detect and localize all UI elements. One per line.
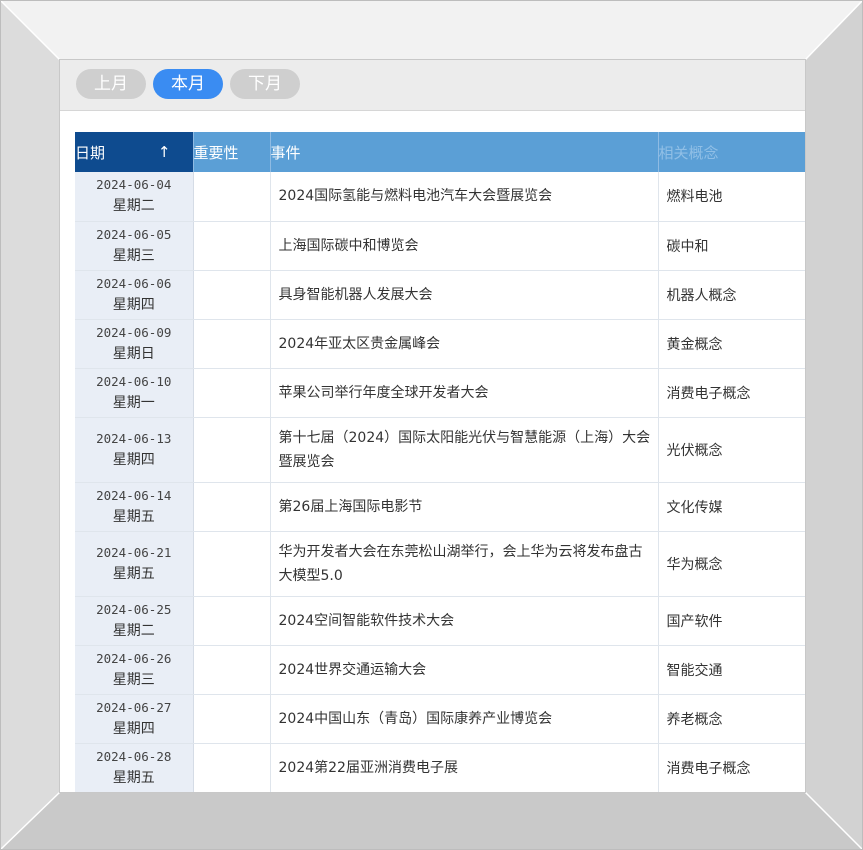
calendar-panel: 上月 本月 下月 日期 ↑ 重要性 事件 相关概念 2024-06-04 星期二 2… bbox=[60, 60, 805, 792]
row-date: 2024-06-28 bbox=[96, 748, 172, 764]
table-row[interactable]: 2024-06-10 星期一 苹果公司举行年度全球开发者大会 消费电子概念 bbox=[75, 368, 805, 418]
header-importance[interactable]: 重要性 bbox=[193, 132, 271, 172]
date-cell: 2024-06-05 星期三 bbox=[75, 221, 194, 271]
prev-month-button[interactable]: 上月 bbox=[76, 69, 146, 99]
table-row[interactable]: 2024-06-28 星期五 2024第22届亚洲消费电子展 消费电子概念 bbox=[75, 743, 805, 792]
row-weekday: 星期日 bbox=[112, 345, 155, 362]
header-date[interactable]: 日期 ↑ bbox=[75, 132, 194, 172]
current-month-button[interactable]: 本月 bbox=[153, 69, 223, 99]
row-concept[interactable]: 养老概念 bbox=[658, 694, 805, 744]
row-concept[interactable]: 文化传媒 bbox=[658, 482, 805, 532]
row-concept[interactable]: 华为概念 bbox=[658, 531, 805, 597]
date-cell: 2024-06-25 星期二 bbox=[75, 596, 194, 646]
header-date-label: 日期 bbox=[75, 143, 106, 162]
row-weekday: 星期二 bbox=[112, 198, 155, 215]
row-date: 2024-06-25 bbox=[96, 601, 172, 617]
sort-ascending-icon: ↑ bbox=[157, 143, 171, 161]
importance-cell bbox=[193, 743, 271, 792]
table-body: 2024-06-04 星期二 2024国际氢能与燃料电池汽车大会暨展览会 燃料电池 20… bbox=[75, 172, 805, 792]
row-event: 2024空间智能软件技术大会 bbox=[270, 596, 659, 646]
row-weekday: 星期五 bbox=[112, 565, 155, 582]
table-row[interactable]: 2024-06-26 星期三 2024世界交通运输大会 智能交通 bbox=[75, 645, 805, 695]
table-header: 日期 ↑ 重要性 事件 相关概念 bbox=[75, 132, 805, 172]
header-event[interactable]: 事件 bbox=[270, 132, 659, 172]
row-event: 2024中国山东（青岛）国际康养产业博览会 bbox=[270, 694, 659, 744]
row-concept[interactable]: 碳中和 bbox=[658, 221, 805, 271]
row-event: 上海国际碳中和博览会 bbox=[270, 221, 659, 271]
importance-cell bbox=[193, 645, 271, 695]
row-weekday: 星期五 bbox=[112, 508, 155, 525]
row-date: 2024-06-27 bbox=[96, 699, 172, 715]
importance-cell bbox=[193, 417, 271, 483]
row-weekday: 星期四 bbox=[112, 720, 155, 737]
importance-cell bbox=[193, 172, 271, 222]
events-table-wrapper: 日期 ↑ 重要性 事件 相关概念 2024-06-04 星期二 2024国际氢能与燃… bbox=[75, 132, 805, 792]
date-cell: 2024-06-27 星期四 bbox=[75, 694, 194, 744]
table-row[interactable]: 2024-06-13 星期四 第十七届（2024）国际太阳能光伏与智慧能源（上海）大… bbox=[75, 417, 805, 483]
row-date: 2024-06-10 bbox=[96, 373, 172, 389]
date-cell: 2024-06-21 星期五 bbox=[75, 531, 194, 597]
table-row[interactable]: 2024-06-09 星期日 2024年亚太区贵金属峰会 黄金概念 bbox=[75, 319, 805, 369]
importance-cell bbox=[193, 482, 271, 532]
row-concept[interactable]: 智能交通 bbox=[658, 645, 805, 695]
date-cell: 2024-06-06 星期四 bbox=[75, 270, 194, 320]
table-row[interactable]: 2024-06-27 星期四 2024中国山东（青岛）国际康养产业博览会 养老概念 bbox=[75, 694, 805, 744]
importance-cell bbox=[193, 694, 271, 744]
importance-cell bbox=[193, 368, 271, 418]
row-date: 2024-06-04 bbox=[96, 177, 172, 193]
table-row[interactable]: 2024-06-06 星期四 具身智能机器人发展大会 机器人概念 bbox=[75, 270, 805, 320]
row-weekday: 星期一 bbox=[112, 394, 155, 411]
date-cell: 2024-06-28 星期五 bbox=[75, 743, 194, 792]
row-date: 2024-06-21 bbox=[96, 544, 172, 560]
header-concept[interactable]: 相关概念 bbox=[658, 132, 805, 172]
date-cell: 2024-06-04 星期二 bbox=[75, 172, 194, 222]
row-event: 华为开发者大会在东莞松山湖举行，会上华为云将发布盘古大模型5.0 bbox=[270, 531, 659, 597]
row-weekday: 星期四 bbox=[112, 296, 155, 313]
row-event: 2024第22届亚洲消费电子展 bbox=[270, 743, 659, 792]
row-concept[interactable]: 黄金概念 bbox=[658, 319, 805, 369]
importance-cell bbox=[193, 270, 271, 320]
row-event: 具身智能机器人发展大会 bbox=[270, 270, 659, 320]
importance-cell bbox=[193, 596, 271, 646]
row-concept[interactable]: 国产软件 bbox=[658, 596, 805, 646]
month-toolbar: 上月 本月 下月 bbox=[60, 60, 805, 111]
importance-cell bbox=[193, 221, 271, 271]
row-date: 2024-06-13 bbox=[96, 430, 172, 446]
row-concept[interactable]: 机器人概念 bbox=[658, 270, 805, 320]
row-concept[interactable]: 光伏概念 bbox=[658, 417, 805, 483]
date-cell: 2024-06-09 星期日 bbox=[75, 319, 194, 369]
row-event: 第十七届（2024）国际太阳能光伏与智慧能源（上海）大会暨展览会 bbox=[270, 417, 659, 483]
date-cell: 2024-06-26 星期三 bbox=[75, 645, 194, 695]
table-row[interactable]: 2024-06-25 星期二 2024空间智能软件技术大会 国产软件 bbox=[75, 596, 805, 646]
row-event: 苹果公司举行年度全球开发者大会 bbox=[270, 368, 659, 418]
row-event: 2024国际氢能与燃料电池汽车大会暨展览会 bbox=[270, 172, 659, 222]
row-event: 2024世界交通运输大会 bbox=[270, 645, 659, 695]
events-table: 日期 ↑ 重要性 事件 相关概念 2024-06-04 星期二 2024国际氢能与燃… bbox=[75, 132, 805, 792]
row-concept[interactable]: 消费电子概念 bbox=[658, 743, 805, 792]
table-row[interactable]: 2024-06-21 星期五 华为开发者大会在东莞松山湖举行，会上华为云将发布盘古大… bbox=[75, 531, 805, 597]
row-event: 2024年亚太区贵金属峰会 bbox=[270, 319, 659, 369]
row-weekday: 星期五 bbox=[112, 769, 155, 786]
table-row[interactable]: 2024-06-05 星期三 上海国际碳中和博览会 碳中和 bbox=[75, 221, 805, 271]
row-date: 2024-06-09 bbox=[96, 324, 172, 340]
row-date: 2024-06-14 bbox=[96, 487, 172, 503]
row-weekday: 星期三 bbox=[112, 247, 155, 264]
row-date: 2024-06-05 bbox=[96, 226, 172, 242]
importance-cell bbox=[193, 531, 271, 597]
row-date: 2024-06-06 bbox=[96, 275, 172, 291]
table-row[interactable]: 2024-06-14 星期五 第26届上海国际电影节 文化传媒 bbox=[75, 482, 805, 532]
importance-cell bbox=[193, 319, 271, 369]
date-cell: 2024-06-14 星期五 bbox=[75, 482, 194, 532]
table-row[interactable]: 2024-06-04 星期二 2024国际氢能与燃料电池汽车大会暨展览会 燃料电池 bbox=[75, 172, 805, 222]
date-cell: 2024-06-13 星期四 bbox=[75, 417, 194, 483]
row-event: 第26届上海国际电影节 bbox=[270, 482, 659, 532]
row-concept[interactable]: 消费电子概念 bbox=[658, 368, 805, 418]
row-concept[interactable]: 燃料电池 bbox=[658, 172, 805, 222]
next-month-button[interactable]: 下月 bbox=[230, 69, 300, 99]
row-weekday: 星期四 bbox=[112, 451, 155, 468]
date-cell: 2024-06-10 星期一 bbox=[75, 368, 194, 418]
row-date: 2024-06-26 bbox=[96, 650, 172, 666]
row-weekday: 星期三 bbox=[112, 671, 155, 688]
row-weekday: 星期二 bbox=[112, 622, 155, 639]
